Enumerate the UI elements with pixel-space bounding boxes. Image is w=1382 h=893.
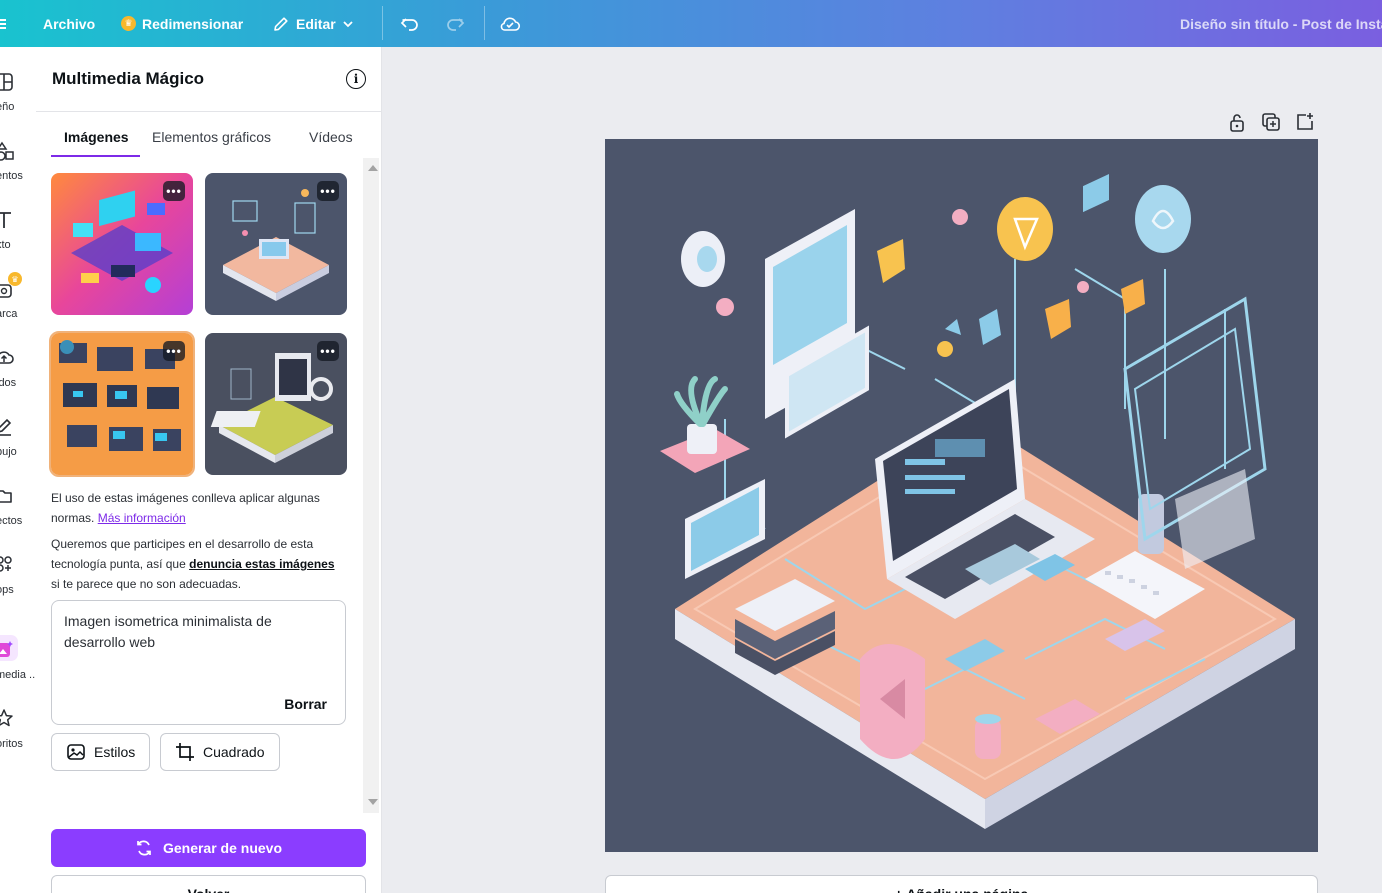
edit-menu-button[interactable]: Editar <box>272 0 354 47</box>
rail-item-uploads[interactable]: idos <box>0 347 36 407</box>
rail-label: arca <box>0 308 18 320</box>
rail-label: ops <box>0 584 14 596</box>
top-bar: Archivo ♛ Redimensionar Editar Diseño si… <box>0 0 1382 47</box>
canvas-area: + Añadir una página <box>383 47 1382 893</box>
side-rail: eño entos xto ♛ arca idos bujo ectos ops… <box>0 47 39 893</box>
rail-item-elements[interactable]: entos <box>0 140 36 200</box>
more-options-button[interactable]: ••• <box>317 181 339 201</box>
chevron-down-icon <box>343 20 353 27</box>
upload-icon <box>0 351 14 364</box>
panel-scrollbar[interactable] <box>363 158 379 813</box>
rail-item-design[interactable]: eño <box>0 71 36 131</box>
tab-images[interactable]: Imágenes <box>64 129 129 145</box>
layout-icon <box>0 73 13 91</box>
edit-label: Editar <box>296 15 336 32</box>
back-button[interactable]: Volver <box>51 875 366 893</box>
refresh-icon <box>137 840 151 856</box>
generated-image-1[interactable]: ••• <box>51 173 193 315</box>
active-tab-underline <box>51 155 140 157</box>
regenerate-button[interactable]: Generar de nuevo <box>51 829 366 867</box>
design-artboard[interactable] <box>605 139 1318 852</box>
crown-icon: ♛ <box>8 272 22 286</box>
toolbar-divider <box>382 6 383 40</box>
rail-label: idos <box>0 377 17 389</box>
more-options-button[interactable]: ••• <box>163 341 185 361</box>
pencil-icon <box>274 16 288 31</box>
panel-title: Multimedia Mágico <box>52 69 205 88</box>
image-icon <box>67 744 85 760</box>
report-images-link[interactable]: denuncia estas imágenes <box>189 557 334 571</box>
styles-button[interactable]: Estilos <box>51 733 151 771</box>
more-options-button[interactable]: ••• <box>163 181 185 201</box>
tab-graphics[interactable]: Elementos gráficos <box>152 129 271 145</box>
folder-icon <box>0 490 12 503</box>
aspect-ratio-button[interactable]: Cuadrado <box>160 733 280 771</box>
star-icon <box>0 709 13 727</box>
cloud-check-icon <box>500 17 521 31</box>
panel-divider <box>36 111 382 112</box>
aspect-ratio-label: Cuadrado <box>203 744 265 760</box>
undo-icon <box>400 17 418 31</box>
apps-icon <box>0 556 12 572</box>
rail-label: ectos <box>0 515 23 527</box>
magic-media-icon <box>0 641 13 657</box>
generated-image-4[interactable]: ••• <box>205 333 347 475</box>
add-page-icon[interactable] <box>1294 111 1316 133</box>
more-options-button[interactable]: ••• <box>317 341 339 361</box>
lock-icon[interactable] <box>1226 111 1248 133</box>
generated-image-2[interactable]: ••• <box>205 173 347 315</box>
rail-label: xto <box>0 239 11 251</box>
rail-label: eño <box>0 101 15 113</box>
file-menu-button[interactable]: Archivo <box>43 0 95 47</box>
rail-item-brand[interactable]: ♛ arca <box>0 272 36 338</box>
more-info-link[interactable]: Más información <box>98 511 186 525</box>
duplicate-page-icon[interactable] <box>1260 111 1282 133</box>
magic-media-panel: Multimedia Mágico i Imágenes Elementos g… <box>36 47 382 893</box>
draw-icon <box>0 418 12 436</box>
text-icon <box>0 212 11 228</box>
tab-videos[interactable]: Vídeos <box>309 129 353 145</box>
toolbar-divider <box>484 6 485 40</box>
redo-button[interactable] <box>445 0 465 47</box>
rail-label: bujo <box>0 446 17 458</box>
clear-button[interactable]: Borrar <box>284 696 327 712</box>
regenerate-label: Generar de nuevo <box>162 840 283 856</box>
rail-item-apps[interactable]: ops <box>0 554 36 614</box>
undo-button[interactable] <box>400 0 420 47</box>
rail-label: entos <box>0 170 23 182</box>
rail-label: oritos <box>0 738 23 750</box>
prompt-text[interactable]: Imagen isometrica minimalista de desarro… <box>64 611 324 653</box>
prompt-textarea[interactable]: Imagen isometrica minimalista de desarro… <box>51 600 346 725</box>
report-notice: Queremos que participes en el desarrollo… <box>51 534 341 594</box>
resize-button[interactable]: ♛ Redimensionar <box>121 0 243 47</box>
add-page-button[interactable]: + Añadir una página <box>605 875 1318 893</box>
resize-label: Redimensionar <box>142 15 244 32</box>
rail-item-text[interactable]: xto <box>0 209 36 269</box>
redo-icon <box>447 17 465 31</box>
generated-image-3[interactable]: ••• <box>49 331 195 477</box>
rail-item-projects[interactable]: ectos <box>0 485 36 545</box>
styles-label: Estilos <box>94 744 136 760</box>
report-notice-text-end: si te parece que no son adecuadas. <box>51 577 242 591</box>
document-title[interactable]: Diseño sin título - Post de Insta <box>1180 0 1382 47</box>
usage-notice: El uso de estas imágenes conlleva aplica… <box>51 488 341 528</box>
isometric-web-development-illustration <box>660 173 1295 829</box>
file-menu-label: Archivo <box>43 15 96 32</box>
scroll-down-arrow-icon[interactable] <box>368 799 378 805</box>
crown-icon: ♛ <box>121 16 136 31</box>
hamburger-icon[interactable] <box>0 0 10 47</box>
scroll-up-arrow-icon[interactable] <box>368 165 378 171</box>
rail-item-draw[interactable]: bujo <box>0 416 36 476</box>
rail-item-favorites[interactable]: oritos <box>0 708 36 768</box>
crop-icon <box>176 743 194 761</box>
rail-item-magic-media[interactable]: media ... <box>0 635 39 699</box>
info-icon[interactable]: i <box>346 69 366 89</box>
rail-label: media ... <box>0 669 39 681</box>
shapes-icon <box>0 141 14 161</box>
cloud-sync-button[interactable] <box>499 0 521 47</box>
